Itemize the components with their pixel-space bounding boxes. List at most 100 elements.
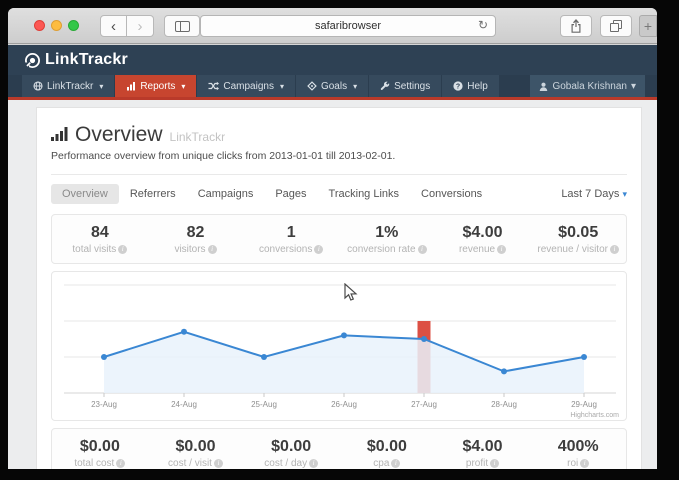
share-button[interactable] xyxy=(560,15,592,37)
stat-value: $4.00 xyxy=(435,224,531,242)
svg-text:?: ? xyxy=(456,84,460,91)
info-icon[interactable]: i xyxy=(610,245,619,254)
nav-item-reports[interactable]: Reports ▾ xyxy=(115,75,197,97)
tab-tracking-links[interactable]: Tracking Links xyxy=(318,184,411,204)
info-icon[interactable]: i xyxy=(214,459,223,468)
stat-label: total cost xyxy=(74,458,114,469)
tab-overview[interactable]: Overview xyxy=(51,184,119,204)
browser-window: ‹ › safaribrowser ↻ + xyxy=(8,8,657,469)
stat-label: conversion rate xyxy=(347,244,415,255)
zoom-window-button[interactable] xyxy=(68,20,79,31)
nav-item-help[interactable]: ? Help xyxy=(442,75,500,97)
page-content: Overview LinkTrackr Performance overview… xyxy=(8,103,657,469)
linktrackr-logo[interactable]: LinkTrackr xyxy=(24,51,128,69)
nav-label: LinkTrackr xyxy=(47,81,93,92)
nav-item-campaigns[interactable]: Campaigns ▾ xyxy=(197,75,296,97)
wrench-icon xyxy=(380,81,390,91)
nav-label: Settings xyxy=(394,81,430,92)
info-icon[interactable]: i xyxy=(580,459,589,468)
stat-label: cpa xyxy=(373,458,389,469)
stat-label: profit xyxy=(466,458,488,469)
info-icon[interactable]: i xyxy=(314,245,323,254)
globe-icon xyxy=(33,81,43,91)
user-menu[interactable]: Gobala Krishnan ▾ xyxy=(530,75,645,97)
stat-cpa: $0.00 cpai xyxy=(339,438,435,469)
svg-text:29-Aug: 29-Aug xyxy=(571,400,597,409)
page-title: Overview xyxy=(75,123,163,147)
address-bar[interactable]: safaribrowser ↻ xyxy=(200,15,496,37)
visits-chart-canvas[interactable]: 23-Aug24-Aug25-Aug26-Aug27-Aug28-Aug29-A… xyxy=(52,272,627,420)
stat-conversions: 1 conversionsi xyxy=(243,224,339,255)
chevron-down-icon: ▾ xyxy=(99,82,103,91)
overview-chart-icon xyxy=(51,126,68,141)
highcharts-credit[interactable]: Highcharts.com xyxy=(570,412,619,419)
stat-roi: 400% roii xyxy=(530,438,626,469)
tabs-overview-icon xyxy=(610,20,622,32)
info-icon[interactable]: i xyxy=(309,459,318,468)
chevron-down-icon: ▾ xyxy=(181,82,185,91)
show-tabs-button[interactable] xyxy=(600,15,632,37)
back-button[interactable]: ‹ xyxy=(100,15,127,37)
nav-label: Reports xyxy=(140,81,175,92)
goals-icon xyxy=(307,81,317,91)
svg-text:26-Aug: 26-Aug xyxy=(331,400,357,409)
user-icon xyxy=(539,82,548,91)
close-window-button[interactable] xyxy=(34,20,45,31)
tab-pages[interactable]: Pages xyxy=(264,184,317,204)
shuffle-icon xyxy=(208,81,219,91)
site-header: LinkTrackr xyxy=(8,45,657,75)
stat-cost-per-visit: $0.00 cost / visiti xyxy=(148,438,244,469)
chevron-down-icon: ▾ xyxy=(353,82,357,91)
stat-label: roi xyxy=(567,458,578,469)
nav-item-linktrackr[interactable]: LinkTrackr ▾ xyxy=(22,75,115,97)
stat-revenue: $4.00 revenuei xyxy=(435,224,531,255)
stat-label: visitors xyxy=(174,244,205,255)
stat-label: revenue / visitor xyxy=(537,244,608,255)
info-icon[interactable]: i xyxy=(497,245,506,254)
info-icon[interactable]: i xyxy=(490,459,499,468)
logo-text: LinkTrackr xyxy=(45,51,128,69)
nav-label: Help xyxy=(467,81,488,92)
stat-label: total visits xyxy=(72,244,116,255)
share-icon xyxy=(570,19,582,33)
page-subtitle: Performance overview from unique clicks … xyxy=(51,150,627,162)
forward-button[interactable]: › xyxy=(127,15,154,37)
sidebar-toggle-button[interactable] xyxy=(164,15,200,37)
stats-panel-top: 84 total visitsi 82 visitorsi 1 conversi… xyxy=(51,214,627,264)
stat-value: 82 xyxy=(148,224,244,242)
new-tab-button[interactable]: + xyxy=(639,15,657,37)
bar-chart-icon xyxy=(126,81,136,91)
stats-panel-bottom: $0.00 total costi $0.00 cost / visiti $0… xyxy=(51,428,627,469)
tab-conversions[interactable]: Conversions xyxy=(410,184,493,204)
stat-total-visits: 84 total visitsi xyxy=(52,224,148,255)
web-page: LinkTrackr LinkTrackr ▾ xyxy=(8,45,657,469)
nav-item-settings[interactable]: Settings xyxy=(369,75,442,97)
svg-text:23-Aug: 23-Aug xyxy=(91,400,117,409)
info-icon[interactable]: i xyxy=(118,245,127,254)
tab-referrers[interactable]: Referrers xyxy=(119,184,187,204)
stat-label: cost / visit xyxy=(168,458,212,469)
stat-value: $0.00 xyxy=(243,438,339,456)
info-icon[interactable]: i xyxy=(418,245,427,254)
stat-value: $0.00 xyxy=(339,438,435,456)
svg-text:24-Aug: 24-Aug xyxy=(171,400,197,409)
info-icon[interactable]: i xyxy=(116,459,125,468)
stat-value: $0.00 xyxy=(52,438,148,456)
stat-cost-per-day: $0.00 cost / dayi xyxy=(243,438,339,469)
date-range-label: Last 7 Days xyxy=(561,188,619,200)
reload-icon[interactable]: ↻ xyxy=(478,18,488,32)
info-icon[interactable]: i xyxy=(391,459,400,468)
date-range-selector[interactable]: Last 7 Days ▾ xyxy=(561,188,627,200)
user-name: Gobala Krishnan xyxy=(552,81,627,92)
stat-profit: $4.00 profiti xyxy=(435,438,531,469)
sidebar-icon xyxy=(175,21,190,32)
svg-text:27-Aug: 27-Aug xyxy=(411,400,437,409)
minimize-window-button[interactable] xyxy=(51,20,62,31)
tab-campaigns[interactable]: Campaigns xyxy=(187,184,265,204)
title-block: Overview LinkTrackr Performance overview… xyxy=(51,108,627,175)
address-bar-text: safaribrowser xyxy=(315,20,381,32)
linktrackr-logo-icon xyxy=(24,52,41,69)
nav-item-goals[interactable]: Goals ▾ xyxy=(296,75,369,97)
info-icon[interactable]: i xyxy=(208,245,217,254)
nav-label: Campaigns xyxy=(223,81,274,92)
